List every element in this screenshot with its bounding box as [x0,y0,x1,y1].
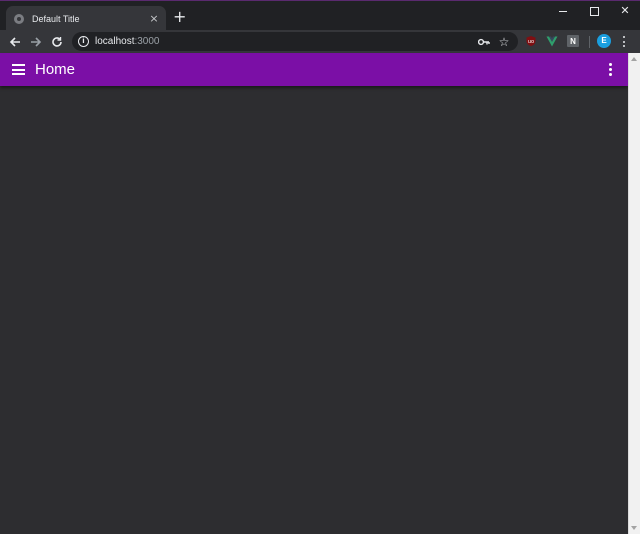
browser-window: Default Title × + ✕ i localhost:3000 ☆ u… [0,0,640,534]
page-viewport: Home [0,53,628,534]
minimize-button[interactable] [548,3,578,19]
ublock-icon[interactable]: uo [525,35,537,47]
new-tab-button[interactable]: + [173,9,186,25]
reload-icon [52,37,62,47]
info-icon[interactable]: i [78,36,89,47]
url-port: :3000 [134,36,160,47]
page-title: Home [35,61,76,78]
back-arrow-icon [9,37,20,47]
globe-icon [14,13,24,24]
app-bar: Home [0,53,628,86]
maximize-button[interactable] [579,3,609,19]
vertical-scrollbar[interactable] [628,53,640,534]
hamburger-menu-icon[interactable] [12,64,25,75]
back-button[interactable] [6,33,24,51]
tab-default-title[interactable]: Default Title × [6,6,166,31]
forward-arrow-icon [31,37,42,47]
star-icon[interactable]: ☆ [496,32,512,51]
forward-button[interactable] [27,33,45,51]
profile-avatar[interactable]: E [597,34,611,48]
svg-text:uo: uo [528,39,534,45]
address-bar[interactable]: i localhost:3000 ☆ [72,32,518,51]
scroll-down-arrow-icon[interactable] [631,526,637,530]
minimize-icon [559,10,567,12]
reload-button[interactable] [48,33,66,51]
scrollbar-thumb[interactable] [631,65,638,522]
tab-strip: Default Title × + ✕ [0,0,640,31]
browser-toolbar: i localhost:3000 ☆ uo N E [0,30,640,53]
window-close-button[interactable]: ✕ [610,3,640,19]
kebab-menu-icon[interactable] [619,34,629,49]
tab-title: Default Title [32,13,80,24]
key-icon[interactable] [476,32,492,51]
maximize-icon [589,6,599,16]
scroll-up-arrow-icon[interactable] [631,57,637,61]
vue-devtools-icon[interactable] [546,35,558,47]
toolbar-divider [589,36,590,48]
url-host: localhost [95,36,135,47]
tab-close-icon[interactable]: × [148,12,160,25]
n-extension-icon[interactable]: N [567,35,579,47]
more-vert-icon[interactable] [606,63,614,76]
